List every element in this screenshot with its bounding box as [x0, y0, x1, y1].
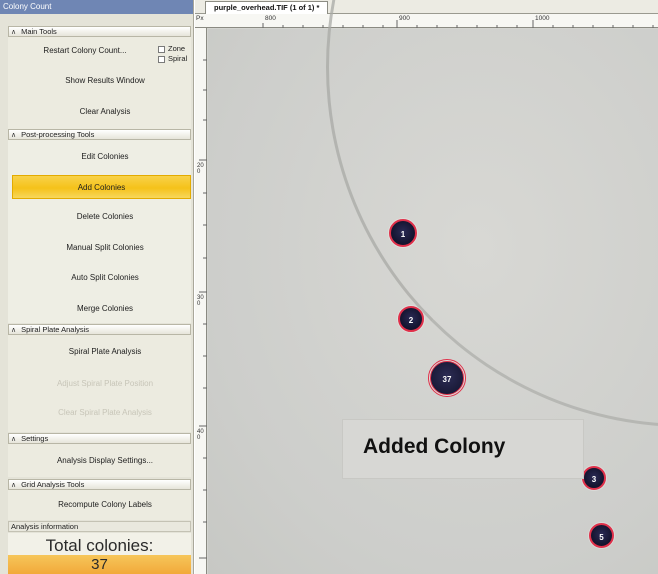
collapse-chevron-icon: ∧	[11, 29, 17, 36]
panel-title: Colony Count	[0, 0, 193, 14]
colony-label: 1	[400, 230, 406, 239]
analysis-display-settings-button[interactable]: Analysis Display Settings...	[16, 449, 193, 473]
section-header-spiral-plate[interactable]: ∧ Spiral Plate Analysis	[8, 324, 191, 335]
analysis-information-header: Analysis information	[8, 521, 191, 532]
callout-text: Added Colony	[363, 435, 506, 458]
total-colonies-label: Total colonies:	[45, 536, 154, 555]
collapse-chevron-icon: ∧	[11, 327, 17, 334]
settings-section: Analysis Display Settings...	[8, 444, 191, 477]
colony-marker[interactable]: 3	[582, 466, 606, 490]
added-colony-marker[interactable]: 37	[428, 359, 466, 397]
plate-image[interactable]: 1 2 37 3 5 Added Colony	[208, 0, 658, 574]
post-processing-section: Edit Colonies Add Colonies Delete Coloni…	[8, 140, 191, 323]
grid-analysis-section: Recompute Colony Labels	[8, 490, 191, 520]
document-tab[interactable]: purple_overhead.TIF (1 of 1) *	[205, 1, 329, 14]
section-header-settings[interactable]: ∧ Settings	[8, 433, 191, 444]
added-colony-callout: Added Colony	[343, 420, 583, 478]
add-colonies-button[interactable]: Add Colonies	[12, 175, 191, 199]
plate-edge	[326, 0, 658, 427]
restart-colony-count-button[interactable]: Restart Colony Count...	[10, 39, 160, 63]
section-header-label: Grid Analysis Tools	[21, 480, 85, 489]
section-header-grid-analysis[interactable]: ∧ Grid Analysis Tools	[8, 479, 191, 490]
collapse-chevron-icon: ∧	[11, 132, 17, 139]
spiral-checkbox-label: Spiral	[168, 54, 188, 63]
main-tools-section: Restart Colony Count... Zone Spiral Show…	[8, 37, 191, 129]
spiral-plate-section: Spiral Plate Analysis Adjust Spiral Plat…	[8, 335, 191, 432]
section-header-label: Settings	[21, 434, 49, 443]
colony-marker[interactable]: 5	[589, 523, 614, 548]
manual-split-colonies-button[interactable]: Manual Split Colonies	[16, 236, 193, 260]
spiral-checkbox[interactable]: Spiral	[158, 54, 187, 63]
zone-checkbox-label: Zone	[168, 44, 186, 53]
section-header-main-tools[interactable]: ∧ Main Tools	[8, 26, 191, 37]
checkbox-icon	[158, 45, 165, 53]
zone-checkbox[interactable]: Zone	[158, 44, 185, 53]
ruler-v-label: 300	[197, 295, 204, 307]
ruler-unit-label: Px	[196, 15, 204, 22]
image-viewer: purple_overhead.TIF (1 of 1) * Px 800 90…	[195, 0, 658, 574]
clear-spiral-analysis-button: Clear Spiral Plate Analysis	[58, 408, 152, 417]
colony-label: 3	[591, 475, 597, 484]
recompute-colony-labels-button[interactable]: Recompute Colony Labels	[16, 493, 193, 517]
ruler-v-label: 200	[197, 163, 204, 175]
total-colonies-box: Total colonies: 37	[8, 533, 191, 574]
colony-label: 5	[599, 533, 604, 542]
section-header-label: Main Tools	[21, 27, 57, 36]
section-header-label: Spiral Plate Analysis	[21, 325, 90, 334]
auto-split-colonies-button[interactable]: Auto Split Colonies	[16, 266, 193, 290]
colony-marker[interactable]: 2	[398, 306, 424, 332]
spiral-plate-analysis-button[interactable]: Spiral Plate Analysis	[16, 340, 193, 364]
edit-colonies-button[interactable]: Edit Colonies	[16, 145, 193, 169]
section-header-post-processing[interactable]: ∧ Post-processing Tools	[8, 129, 191, 140]
merge-colonies-button[interactable]: Merge Colonies	[16, 297, 193, 321]
ruler-h-label: 800	[265, 15, 276, 22]
total-colonies-count: 37	[8, 555, 191, 574]
delete-colonies-button[interactable]: Delete Colonies	[16, 205, 193, 229]
colony-label: 2	[408, 316, 414, 325]
vertical-ruler: 200 300 400	[195, 28, 207, 574]
section-header-label: Post-processing Tools	[21, 130, 95, 139]
adjust-spiral-plate-button: Adjust Spiral Plate Position	[56, 379, 154, 388]
colony-count-panel: Colony Count ∧ Main Tools Restart Colony…	[0, 0, 194, 574]
colony-label: 37	[442, 375, 452, 384]
show-results-window-button[interactable]: Show Results Window	[16, 69, 193, 93]
checkbox-icon	[158, 55, 165, 63]
ruler-v-label: 400	[197, 429, 204, 441]
clear-analysis-button[interactable]: Clear Analysis	[16, 100, 193, 124]
colony-marker[interactable]: 1	[389, 219, 417, 247]
collapse-chevron-icon: ∧	[11, 436, 17, 443]
collapse-chevron-icon: ∧	[11, 482, 17, 489]
